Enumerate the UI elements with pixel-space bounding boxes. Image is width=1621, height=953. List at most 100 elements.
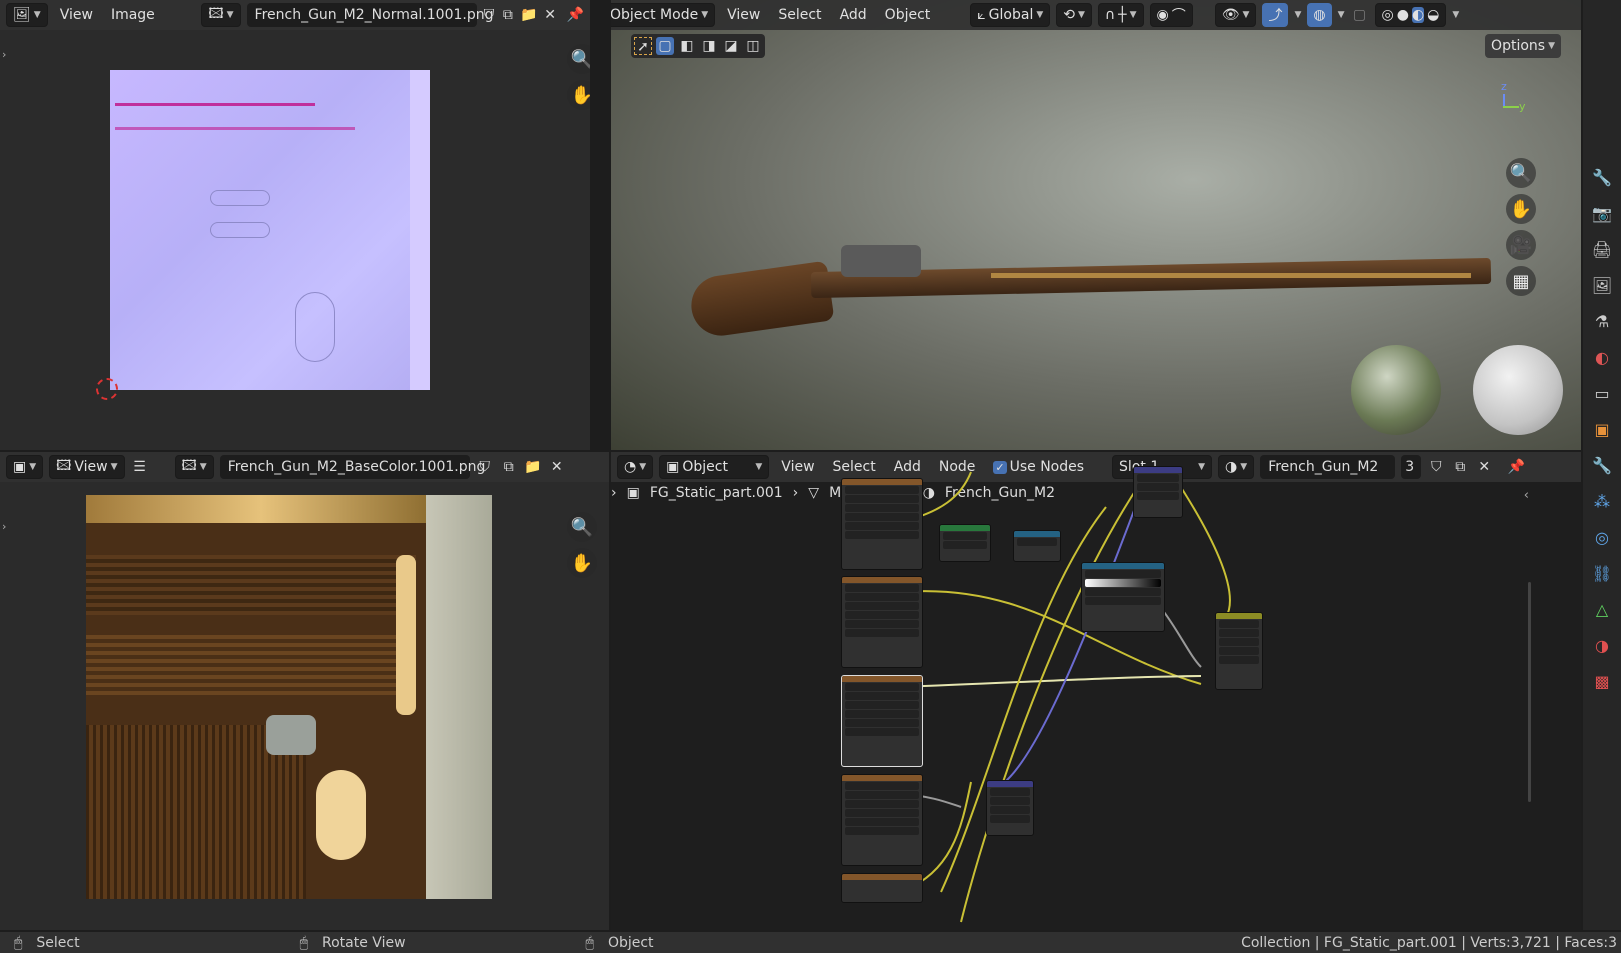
solid-shading-icon[interactable]: ●: [1397, 7, 1409, 23]
select-box-new-icon[interactable]: ▢: [656, 37, 674, 55]
physics-tab-icon[interactable]: ◎: [1595, 528, 1609, 547]
node-editor[interactable]: ◔ ▼ ▣ Object ▼ View Select Add Node ✓ Use No…: [611, 452, 1581, 930]
close-icon[interactable]: ✕: [544, 6, 557, 24]
browse-image-button[interactable]: 🖾 ▼: [201, 3, 241, 27]
zoom-icon[interactable]: 🔍: [567, 44, 590, 74]
render-tab-icon[interactable]: 📷: [1592, 204, 1612, 223]
node-displacement[interactable]: [986, 780, 1034, 836]
open-folder-icon[interactable]: 📁: [524, 458, 542, 476]
node-image-texture-displacement[interactable]: [841, 774, 923, 866]
node-editor-scrollbar[interactable]: [1528, 582, 1531, 802]
pan-hand-icon[interactable]: ✋: [1506, 194, 1536, 224]
base-color-image: [86, 495, 492, 899]
close-icon[interactable]: ✕: [548, 458, 566, 476]
snap-toggle[interactable]: ∩ ┼ ▼: [1097, 3, 1144, 27]
view-mode-dropdown[interactable]: 🖾 View ▼: [49, 455, 125, 479]
menu-image[interactable]: Image: [105, 3, 161, 27]
node-diffuse-bsdf[interactable]: [939, 524, 991, 562]
xray-icon[interactable]: ▢: [1351, 6, 1369, 24]
modifier-tab-icon[interactable]: 🔧: [1592, 456, 1612, 475]
world-tab-icon[interactable]: ◐: [1595, 348, 1609, 367]
2d-cursor[interactable]: [96, 378, 118, 400]
proportional-icon: ◉: [1156, 7, 1169, 23]
node-shader-to-rgb[interactable]: [1013, 530, 1061, 562]
node-image-texture-alpha[interactable]: [841, 478, 923, 570]
status-select: Select: [36, 934, 80, 951]
gizmo-toggle[interactable]: ⤴: [1262, 3, 1289, 27]
browse-image-button[interactable]: 🖾 ▼: [174, 455, 214, 479]
musket-model[interactable]: [687, 225, 1492, 340]
tool-tab-icon[interactable]: 🔧: [1592, 168, 1612, 187]
pin-icon[interactable]: 📌: [567, 6, 584, 24]
select-extend-icon[interactable]: ◧: [678, 37, 696, 55]
duplicate-icon[interactable]: ⧉: [501, 6, 514, 24]
pan-hand-icon[interactable]: ✋: [567, 80, 590, 110]
material-tab-icon[interactable]: ◑: [1595, 636, 1609, 655]
node-color-ramp[interactable]: [1081, 562, 1165, 632]
node-image-texture-basecolor[interactable]: [841, 675, 923, 767]
hamburger-menu-icon[interactable]: ☰: [131, 458, 149, 476]
overlay-toggle[interactable]: ◍: [1307, 3, 1332, 27]
object-mode-dropdown[interactable]: Object Mode ▼: [611, 3, 716, 27]
axis-z-label: z: [1501, 80, 1507, 93]
wireframe-shading-icon[interactable]: ◎: [1382, 7, 1394, 23]
data-tab-icon[interactable]: △: [1596, 600, 1608, 619]
texture-tab-icon[interactable]: ▩: [1594, 672, 1609, 691]
menu-view[interactable]: View: [54, 3, 99, 27]
scene-tab-icon[interactable]: ⚗: [1595, 312, 1609, 331]
rendered-shading-icon[interactable]: ◒: [1427, 7, 1439, 23]
node-multiply[interactable]: [1215, 612, 1263, 690]
options-dropdown[interactable]: Options ▼: [1485, 34, 1561, 58]
toolbar-expand-arrow[interactable]: ›: [2, 48, 6, 61]
material-preview-icon[interactable]: ◐: [1411, 7, 1425, 23]
toolbar-expand-arrow[interactable]: ›: [2, 520, 6, 533]
select-invert-icon[interactable]: ◪: [722, 37, 740, 55]
camera-icon[interactable]: 🎥: [1506, 230, 1536, 260]
menu-object[interactable]: Object: [879, 3, 937, 27]
proportional-edit-toggle[interactable]: ◉ ⌒: [1149, 3, 1193, 27]
3d-viewport[interactable]: Object Mode ▼ View Select Add Object ⟀ Glo…: [611, 0, 1581, 450]
zoom-icon[interactable]: 🔍: [567, 512, 597, 542]
gizmo-icon: ⤴: [1268, 8, 1283, 24]
open-folder-icon[interactable]: 📁: [520, 6, 537, 24]
menu-select[interactable]: Select: [772, 3, 827, 27]
menu-add[interactable]: Add: [834, 3, 873, 27]
object-mode-label: Object Mode: [611, 7, 699, 23]
image-name-field[interactable]: French_Gun_M2_BaseColor.1001.png: [219, 455, 485, 479]
particles-tab-icon[interactable]: ⁂: [1594, 492, 1610, 511]
status-object: Object: [607, 934, 654, 951]
menu-view[interactable]: View: [721, 3, 766, 27]
normal-map-image: [110, 70, 430, 390]
select-intersect-icon[interactable]: ◫: [744, 37, 762, 55]
object-tab-icon[interactable]: ▣: [1594, 420, 1609, 439]
image-name-field[interactable]: French_Gun_M2_Normal.1001.png: [246, 3, 493, 27]
visibility-dropdown[interactable]: 👁 ▼: [1214, 3, 1257, 27]
select-cursor-icon[interactable]: ➚: [634, 37, 652, 55]
node-image-texture-metallic[interactable]: [841, 873, 923, 903]
zoom-icon[interactable]: 🔍: [1506, 158, 1536, 188]
overlay-icon: ◍: [1313, 7, 1326, 23]
constraints-tab-icon[interactable]: ⛓: [1592, 564, 1612, 583]
node-image-texture-ao[interactable]: [841, 576, 923, 668]
pivot-dropdown[interactable]: ⟲ ▼: [1056, 3, 1092, 27]
perspective-grid-icon[interactable]: ▦: [1506, 266, 1536, 296]
duplicate-icon[interactable]: ⧉: [500, 458, 518, 476]
image-icon: 🖾: [181, 458, 197, 474]
collection-tab-icon[interactable]: ▭: [1594, 384, 1609, 403]
navigation-gizmo[interactable]: z y: [1491, 80, 1531, 120]
fake-user-shield-icon[interactable]: ⛉: [476, 458, 494, 476]
fake-user-shield-icon[interactable]: ⛉: [483, 6, 496, 24]
shading-modes[interactable]: ◎ ● ◐ ◒: [1374, 3, 1447, 27]
output-tab-icon[interactable]: 🖨: [1592, 240, 1612, 259]
select-subtract-icon[interactable]: ◨: [700, 37, 718, 55]
image-editor-icon: 🖼: [13, 7, 31, 23]
image-editor-icon: ▣: [13, 459, 27, 475]
status-rotate-view: Rotate View: [322, 934, 406, 951]
node-normal-map[interactable]: [1133, 466, 1183, 518]
editor-type-menu[interactable]: ▣ ▼: [6, 455, 44, 479]
orientation-label: Global: [988, 7, 1034, 23]
pan-hand-icon[interactable]: ✋: [567, 548, 597, 578]
transform-orientation-dropdown[interactable]: ⟀ Global ▼: [970, 3, 1051, 27]
editor-type-menu[interactable]: 🖼 ▼: [6, 3, 48, 27]
view-layer-tab-icon[interactable]: 🖼: [1592, 276, 1612, 295]
